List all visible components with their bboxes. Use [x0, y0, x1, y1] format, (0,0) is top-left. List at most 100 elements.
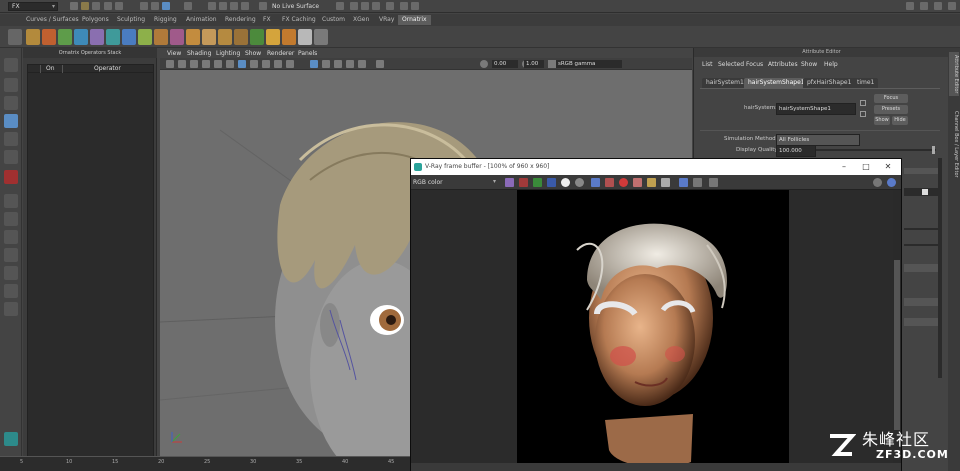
new-scene-icon[interactable] [70, 2, 78, 10]
image-plane-icon[interactable] [202, 60, 210, 68]
undo-icon[interactable] [104, 2, 112, 10]
tab-time[interactable]: time1 [853, 78, 879, 88]
tab-vray[interactable]: VRay [375, 15, 398, 25]
toggle-channel-icon[interactable] [934, 2, 942, 10]
render-icon[interactable] [873, 178, 882, 187]
paint-select-icon[interactable] [4, 96, 18, 110]
snap-surface-icon[interactable] [241, 2, 249, 10]
ipr-icon[interactable] [887, 178, 896, 187]
green-channel-icon[interactable] [533, 178, 542, 187]
ox-frizz-icon[interactable] [106, 29, 120, 45]
show-button[interactable]: Show [874, 116, 890, 125]
ox-scatter-icon[interactable] [154, 29, 168, 45]
dof-icon[interactable] [358, 60, 366, 68]
blue-channel-icon[interactable] [547, 178, 556, 187]
film-gate-icon[interactable] [226, 60, 234, 68]
tab-sculpting[interactable]: Sculpting [113, 15, 149, 25]
xray-icon[interactable] [310, 60, 318, 68]
tab-curves-surfaces[interactable]: Curves / Surfaces [22, 15, 83, 25]
select-hierarchy-icon[interactable] [140, 2, 148, 10]
graph-view-icon[interactable] [4, 266, 18, 280]
ox-length-icon[interactable] [138, 29, 152, 45]
tab-fx[interactable]: FX [259, 15, 275, 25]
menu-attributes[interactable]: Attributes [768, 61, 798, 68]
grid-icon[interactable] [214, 60, 222, 68]
red-channel-icon[interactable] [519, 178, 528, 187]
ox-clump-icon[interactable] [90, 29, 104, 45]
select-tool-icon[interactable] [4, 58, 18, 72]
ox-gravity-icon[interactable] [250, 29, 264, 45]
ox-mesh-from-strands-icon[interactable] [234, 29, 248, 45]
outliner-view-icon[interactable] [4, 248, 18, 262]
ox-symmetry-icon[interactable] [218, 29, 232, 45]
compare-icon[interactable] [693, 178, 702, 187]
toggle-sidebar-icon[interactable] [906, 2, 914, 10]
lasso-tool-icon[interactable] [4, 78, 18, 92]
color-space-dropdown[interactable]: sRGB gamma [556, 60, 622, 68]
menu-shading[interactable]: Shading [187, 49, 211, 58]
history-icon[interactable] [336, 2, 344, 10]
shelf-menu-icon[interactable] [8, 29, 22, 45]
connections-icon[interactable] [860, 100, 866, 106]
camera-select-icon[interactable] [166, 60, 174, 68]
display-quality-field[interactable]: 100.000 [776, 145, 816, 157]
render-frame-icon[interactable] [350, 2, 358, 10]
tab-pfx-hair-shape[interactable]: pfxHairShape1 [803, 78, 856, 88]
alpha-channel-icon[interactable] [561, 178, 570, 187]
live-surface-icon[interactable] [259, 2, 267, 10]
focus-button[interactable]: Focus [874, 94, 908, 103]
snap-curve-icon[interactable] [208, 2, 216, 10]
connections-out-icon[interactable] [860, 111, 866, 117]
tab-attribute-editor[interactable]: Attribute Editor [949, 52, 959, 97]
maximize-icon[interactable]: □ [855, 159, 877, 175]
antialias-icon[interactable] [346, 60, 354, 68]
column-operator[interactable]: Operator [94, 65, 121, 73]
slider-handle[interactable] [932, 146, 935, 154]
lens-effects-icon[interactable] [661, 178, 670, 187]
color-mgmt-icon[interactable] [548, 60, 556, 68]
minimize-icon[interactable]: – [833, 159, 855, 175]
tab-hair-system-shape[interactable]: hairSystemShape1 [744, 78, 809, 88]
hypershade-icon[interactable] [386, 2, 394, 10]
ox-strand-propagation-icon[interactable] [186, 29, 200, 45]
scale-tool-icon[interactable] [4, 150, 18, 164]
isolate-icon[interactable] [322, 60, 330, 68]
snap-view-icon[interactable] [230, 2, 238, 10]
menu-help[interactable]: Help [824, 61, 838, 68]
tab-custom[interactable]: Custom [318, 15, 349, 25]
load-image-icon[interactable] [605, 178, 614, 187]
exposure-field[interactable]: 0.00 [492, 60, 518, 68]
ox-brush-icon[interactable] [170, 29, 184, 45]
gamma-field[interactable]: 1.00 [524, 60, 544, 68]
menu-set-dropdown[interactable]: FX ▾ [8, 2, 58, 11]
track-mouse-icon[interactable] [647, 178, 656, 187]
node-name-field[interactable]: hairSystemShape1 [776, 103, 856, 115]
toggle-tool-icon[interactable] [948, 2, 956, 10]
menu-renderer[interactable]: Renderer [267, 49, 294, 58]
last-tool-icon[interactable] [4, 170, 18, 184]
ox-hair-from-guides-icon[interactable] [26, 29, 40, 45]
column-on[interactable]: On [46, 65, 55, 73]
tab-xgen[interactable]: XGen [349, 15, 373, 25]
rotate-tool-icon[interactable] [4, 132, 18, 146]
menu-selected[interactable]: Selected [718, 61, 744, 68]
ox-rotate-icon[interactable] [202, 29, 216, 45]
toggle-attr-icon[interactable] [920, 2, 928, 10]
settings-icon[interactable] [709, 178, 718, 187]
mono-icon[interactable] [575, 178, 584, 187]
stop-render-icon[interactable] [619, 178, 628, 187]
smooth-shade-icon[interactable] [250, 60, 258, 68]
select-component-icon[interactable] [162, 2, 170, 10]
snap-grid-icon[interactable] [184, 2, 192, 10]
region-render-icon[interactable] [633, 178, 642, 187]
tab-polygons[interactable]: Polygons [78, 15, 113, 25]
ox-guides-from-mesh-icon[interactable] [42, 29, 56, 45]
hide-button[interactable]: Hide [892, 116, 908, 125]
layout-more-icon[interactable] [4, 302, 18, 316]
menu-show[interactable]: Show [801, 61, 817, 68]
color-corrections-icon[interactable] [505, 178, 514, 187]
operators-list[interactable] [27, 73, 154, 469]
history-icon[interactable] [679, 178, 688, 187]
close-icon[interactable]: ✕ [877, 159, 899, 175]
ox-sculpt-icon[interactable] [282, 29, 296, 45]
